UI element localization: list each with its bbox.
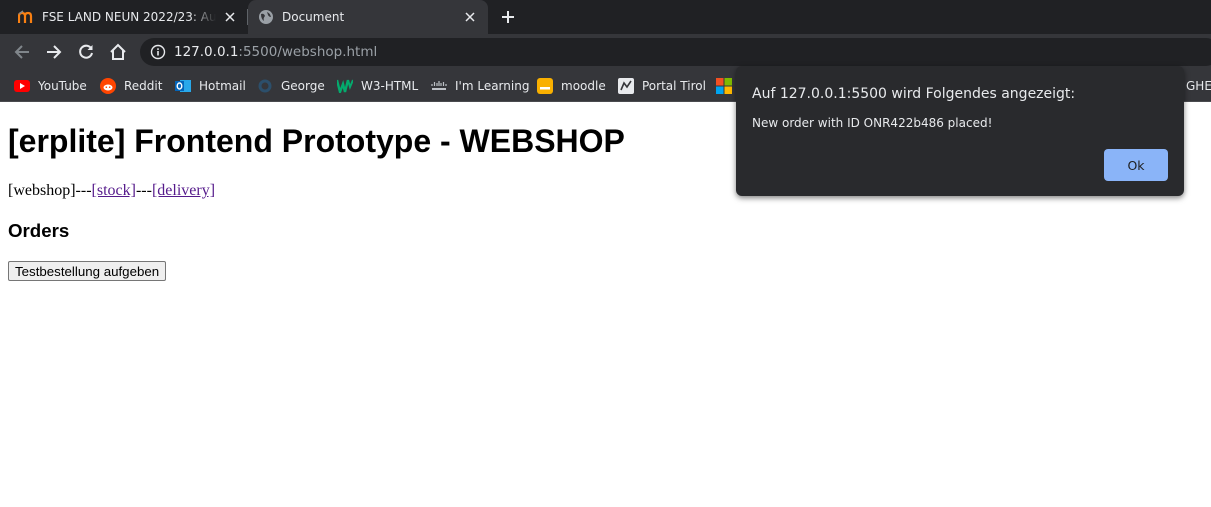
reddit-icon	[100, 78, 116, 94]
bookmark-hotmail[interactable]: Hotmail	[175, 76, 246, 96]
tab-document[interactable]: Document	[248, 0, 488, 34]
tab-title: FSE LAND NEUN 2022/23: Aufgabe	[42, 10, 216, 24]
bookmark-label: Portal Tirol	[642, 79, 706, 93]
bookmark-label: YouTube	[38, 79, 87, 93]
bookmark-label: George	[281, 79, 325, 93]
bookmark-label: I'm Learning	[455, 79, 530, 93]
new-tab-button[interactable]	[498, 7, 518, 27]
globe-icon	[258, 9, 274, 25]
arrow-right-icon	[47, 45, 62, 59]
forward-button[interactable]	[42, 40, 66, 64]
youtube-icon	[14, 78, 30, 94]
moodle-m-icon	[18, 9, 34, 25]
url-text: 127.0.0.1:5500/webshop.html	[174, 44, 377, 60]
section-heading-orders: Orders	[8, 220, 70, 241]
place-test-order-button[interactable]: Testbestellung aufgeben	[8, 261, 167, 281]
home-button[interactable]	[106, 40, 130, 64]
reload-icon	[79, 44, 93, 59]
bookmark-label: W3-HTML	[361, 79, 419, 93]
reload-button[interactable]	[74, 40, 98, 64]
plus-icon	[502, 11, 514, 23]
outlook-icon	[175, 78, 191, 94]
close-icon[interactable]	[222, 9, 238, 25]
nav-current-webshop: [webshop]	[8, 182, 76, 199]
address-bar[interactable]: 127.0.0.1:5500/webshop.html	[140, 38, 1211, 66]
bookmark-portal-tirol[interactable]: Portal Tirol	[618, 76, 706, 96]
nav-link-stock[interactable]: [stock]	[92, 182, 136, 199]
w3-icon	[337, 78, 353, 94]
tsn-moodle-icon	[537, 78, 553, 94]
dialog-message: New order with ID ONR422b486 placed!	[752, 116, 993, 130]
close-icon[interactable]	[462, 9, 478, 25]
bookmark-moodle[interactable]: moodle	[537, 76, 606, 96]
alert-dialog: Auf 127.0.0.1:5500 wird Folgendes angeze…	[736, 66, 1184, 196]
bookmark-ghe[interactable]: GHE	[1186, 76, 1211, 96]
george-icon	[257, 78, 273, 94]
nav-separator: ---	[135, 182, 152, 199]
ok-button[interactable]: Ok	[1104, 149, 1168, 181]
microsoft-icon	[716, 78, 732, 94]
page-title: [erplite] Frontend Prototype - WEBSHOP	[8, 123, 625, 159]
bookmark-label: Hotmail	[199, 79, 246, 93]
tab-strip: FSE LAND NEUN 2022/23: Aufgabe Document	[0, 0, 1211, 34]
bookmark-reddit[interactable]: Reddit	[100, 76, 162, 96]
url-host: 127.0.0.1	[174, 44, 239, 60]
back-button[interactable]	[10, 40, 34, 64]
bookmark-george[interactable]: George	[257, 76, 325, 96]
nav-separator: ---	[75, 182, 92, 199]
page-nav: [webshop]---[stock]---[delivery]	[8, 182, 215, 200]
bookmark-im-learning[interactable]: I'm Learning	[431, 76, 529, 96]
tab-moodle[interactable]: FSE LAND NEUN 2022/23: Aufgabe	[8, 0, 248, 34]
tab-title: Document	[282, 10, 345, 24]
bookmark-w3-html[interactable]: W3-HTML	[337, 76, 418, 96]
url-path: :5500/webshop.html	[238, 44, 378, 60]
info-icon[interactable]	[150, 44, 166, 60]
cisco-icon	[431, 78, 447, 94]
arrow-left-icon	[14, 45, 29, 59]
bookmark-label: Reddit	[124, 79, 163, 93]
portal-tirol-icon	[618, 78, 634, 94]
dialog-title: Auf 127.0.0.1:5500 wird Folgendes angeze…	[752, 86, 1076, 102]
home-icon	[110, 43, 126, 60]
bookmark-label: GHE	[1186, 79, 1211, 93]
nav-link-delivery[interactable]: [delivery]	[152, 182, 215, 199]
bookmark-youtube[interactable]: YouTube	[14, 76, 87, 96]
bookmark-label: moodle	[561, 79, 606, 93]
